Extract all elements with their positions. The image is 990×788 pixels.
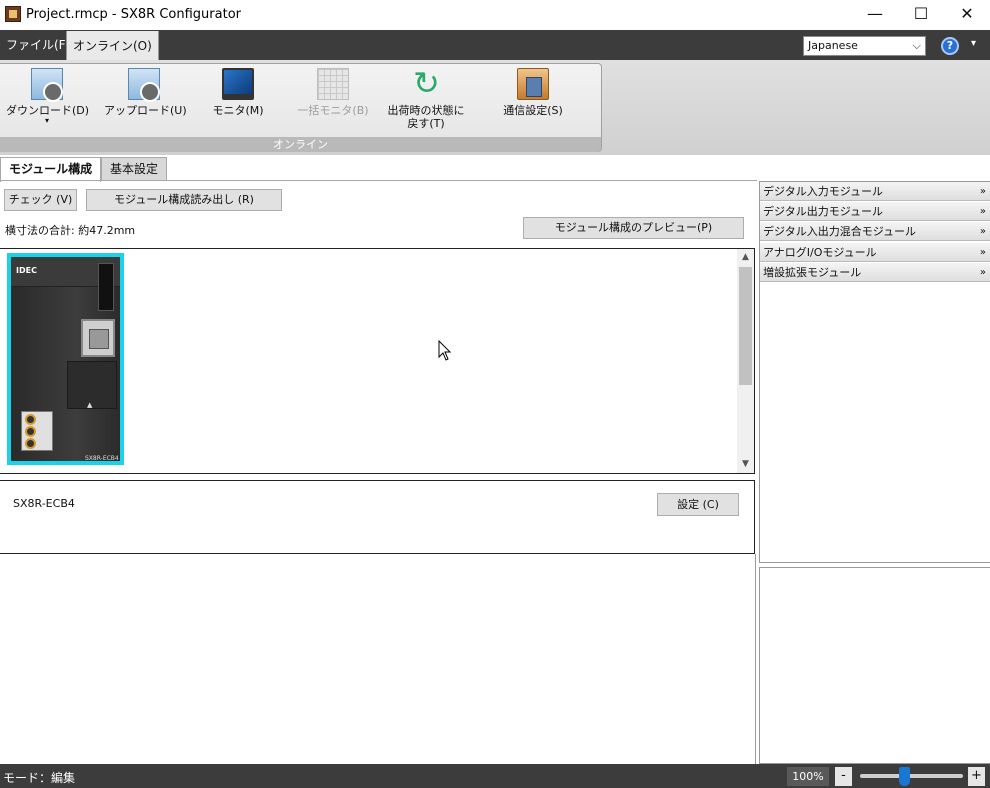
upload-icon [128,68,160,102]
scrollbar-thumb[interactable] [739,267,752,385]
language-select-value: Japanese [808,39,858,52]
read-module-config-button[interactable]: モジュール構成読み出し (R) [86,189,282,211]
palette-analog-io[interactable]: アナログI/Oモジュール » [760,243,990,262]
preview-module-config-button[interactable]: モジュール構成のプレビュー(P) [523,217,744,239]
monitor-label: モニタ(M) [212,104,264,117]
batch-monitor-button[interactable]: 一括モニタ(B) [292,66,374,136]
terminal-block-icon [21,411,53,451]
workspace-empty-area [0,554,756,764]
batch-monitor-icon [317,68,349,100]
palette-item-label: デジタル入力モジュール [763,185,884,198]
palette-item-label: 増設拡張モジュール [763,266,862,279]
total-width-label: 横寸法の合計: 約47.2mm [5,224,136,237]
zoom-slider-thumb[interactable] [899,767,910,786]
expand-chevron-icon: » [979,247,986,258]
maximize-button[interactable]: ☐ [898,0,944,30]
module-card-sx8r-ecb4[interactable]: IDEC ▲ SX8R-ECB4 [7,253,124,465]
expand-chevron-icon: » [979,267,986,278]
app-icon [5,6,21,22]
expand-chevron-icon: » [979,186,986,197]
zoom-out-button[interactable]: - [835,767,852,786]
help-dropdown-icon[interactable]: ▾ [971,38,976,49]
expand-chevron-icon: » [979,226,986,237]
communication-settings-label: 通信設定(S) [503,104,563,117]
palette-digital-input[interactable]: デジタル入力モジュール » [760,182,990,201]
close-button[interactable]: ✕ [944,0,990,30]
module-brand-logo: IDEC [16,266,37,275]
factory-reset-icon [410,64,442,102]
upload-label: アップロード(U) [104,104,187,117]
zoom-level: 100% [787,767,829,786]
mouse-pointer-icon [438,340,452,361]
download-button[interactable]: ダウンロード(D) ▾ [6,66,89,136]
zoom-slider-track[interactable] [860,774,963,778]
factory-reset-button[interactable]: 出荷時の状態に 戻す(T) [380,64,472,136]
tab-divider [0,180,757,181]
batch-monitor-label: 一括モニタ(B) [297,104,369,117]
module-model-label: SX8R-ECB4 [85,455,119,462]
module-detail-panel [0,480,755,554]
menu-online[interactable]: オンライン(O) [66,31,159,60]
tab-basic-settings[interactable]: 基本設定 [101,157,168,181]
help-icon[interactable]: ? [941,37,959,55]
download-icon [31,68,63,102]
minimize-button[interactable]: — [852,0,898,30]
language-select[interactable]: Japanese ⌵ [803,36,926,56]
chevron-down-icon: ⌵ [912,39,921,52]
triangle-up-icon: ▲ [87,401,93,409]
ethernet-port-icon [81,319,115,357]
communication-settings-button[interactable]: 通信設定(S) [494,66,572,136]
scroll-up-icon[interactable]: ▲ [737,249,754,266]
download-dropdown-icon[interactable]: ▾ [6,117,88,125]
window-title: Project.rmcp - SX8R Configurator [26,7,241,22]
module-settings-button[interactable]: 設定 (C) [657,493,739,516]
module-led-panel [98,263,114,311]
check-button[interactable]: チェック (V) [4,189,77,211]
factory-reset-label: 出荷時の状態に [387,104,465,117]
zoom-in-button[interactable]: + [968,767,985,786]
expand-chevron-icon: » [979,206,986,217]
scroll-down-icon[interactable]: ▼ [737,456,754,473]
tab-module-config[interactable]: モジュール構成 [0,157,102,182]
palette-item-label: デジタル入出力混合モジュール [763,225,917,238]
palette-item-label: デジタル出力モジュール [763,205,884,218]
palette-item-label: アナログI/Oモジュール [763,246,877,259]
selected-module-name: SX8R-ECB4 [13,497,75,510]
factory-reset-label-2: 戻す(T) [407,117,445,130]
ribbon-group-label: オンライン [0,137,601,152]
palette-digital-output[interactable]: デジタル出力モジュール » [760,202,990,221]
palette-digital-mixed-io[interactable]: デジタル入出力混合モジュール » [760,222,990,241]
upload-button[interactable]: アップロード(U) [104,66,187,136]
mode-status: モード：編集 [3,771,76,785]
menu-file[interactable]: ファイル(F) [0,30,76,60]
monitor-icon [222,68,254,100]
properties-panel [759,567,990,764]
communication-settings-icon [517,68,549,100]
palette-expansion[interactable]: 増設拡張モジュール » [760,263,990,282]
monitor-button[interactable]: モニタ(M) [208,66,268,136]
